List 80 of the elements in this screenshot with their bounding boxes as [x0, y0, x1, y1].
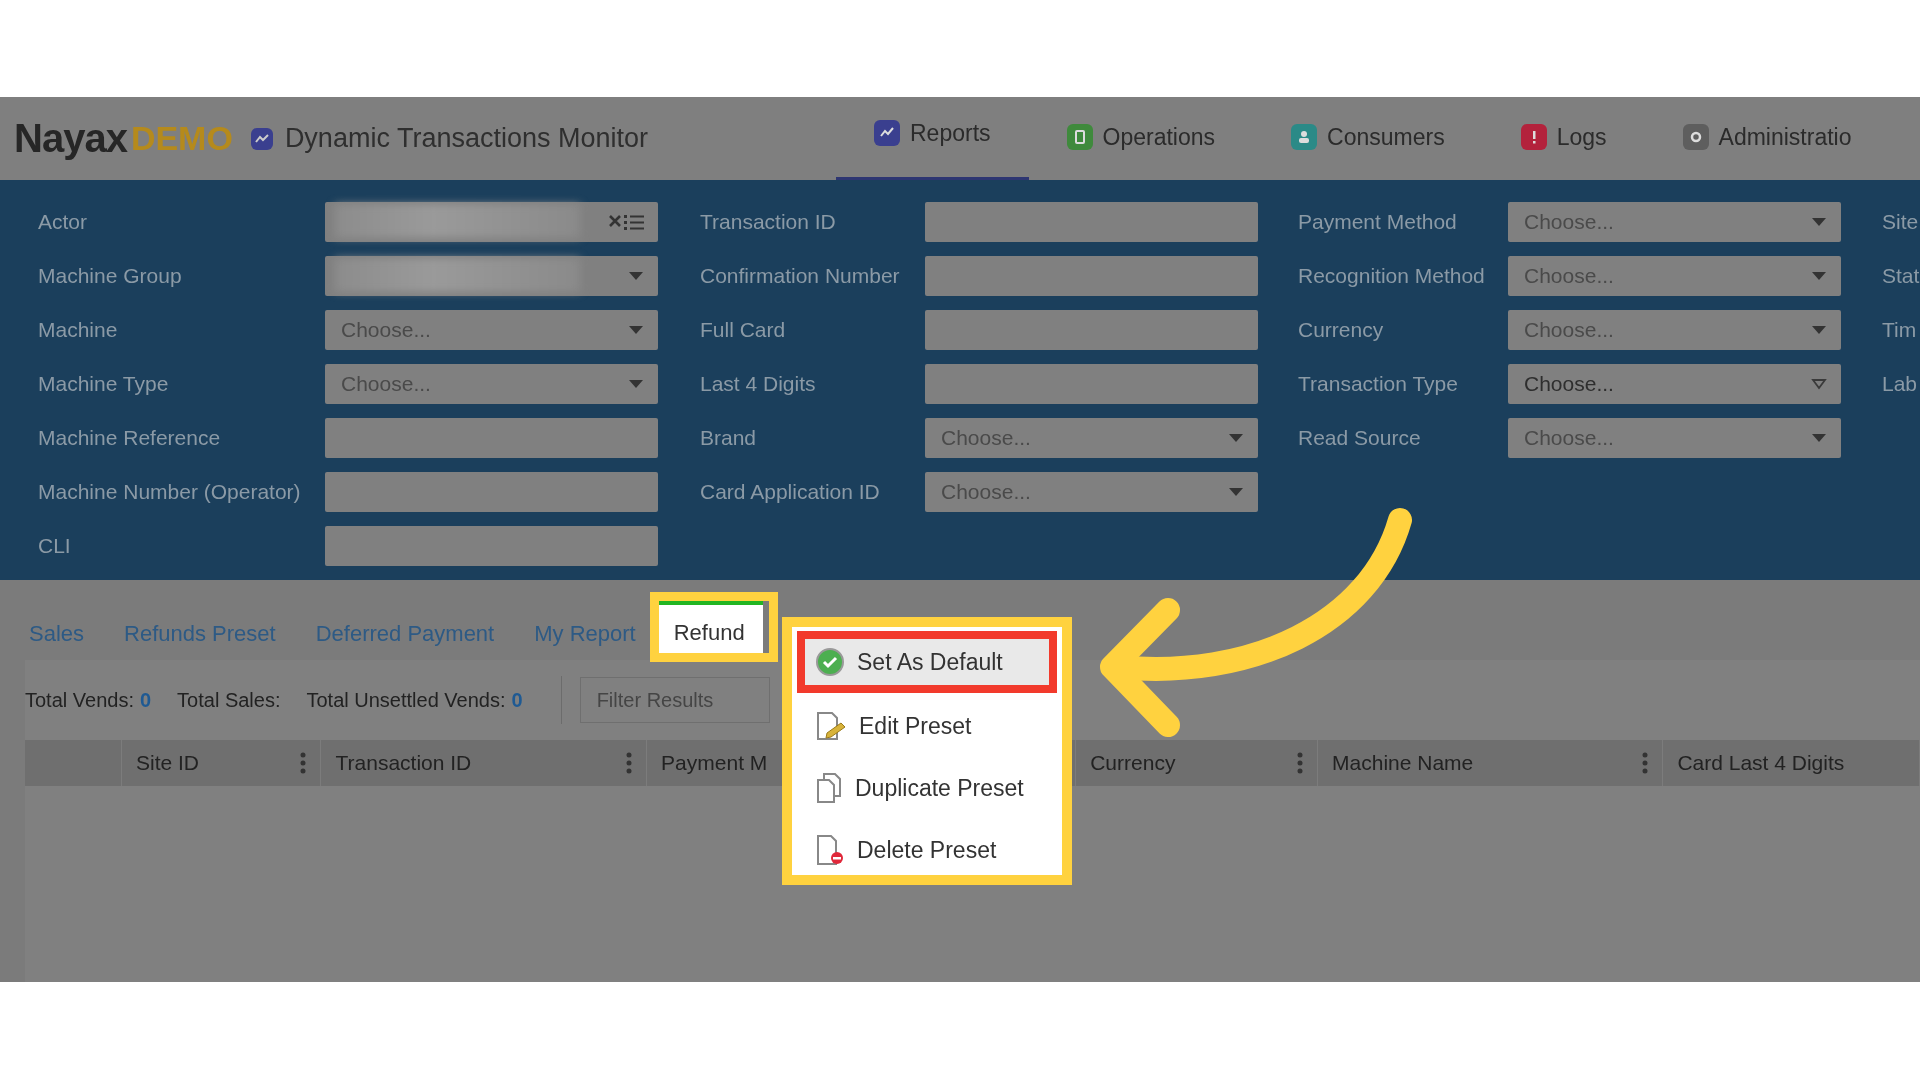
field-label: Brand	[700, 426, 758, 450]
stat-label: Total Sales:	[177, 688, 281, 712]
column-header: Card Last 4 Digits	[1677, 751, 1845, 775]
caret-icon	[1811, 217, 1827, 227]
caret-icon	[1811, 378, 1827, 390]
field-label: Lab	[1882, 372, 1918, 396]
field-label: Actor	[38, 210, 88, 234]
column-header: Transaction ID	[335, 751, 472, 775]
check-circle-icon	[815, 647, 845, 677]
field-label: Machine Number (Operator)	[38, 480, 302, 504]
field-label: Confirmation Number	[700, 264, 901, 288]
report-tab[interactable]: My Report	[534, 607, 636, 660]
report-tab[interactable]: Sales	[29, 607, 85, 660]
menu-item[interactable]: Duplicate Preset	[797, 757, 1057, 819]
text-field[interactable]	[925, 256, 1258, 296]
text-field[interactable]	[925, 202, 1258, 242]
field-label: Last 4 Digits	[700, 372, 817, 396]
copy-icon	[815, 772, 843, 804]
stat-value: 0	[139, 688, 152, 712]
document-pencil-icon	[815, 711, 847, 741]
page-title: Dynamic Transactions Monitor	[284, 123, 648, 154]
field-label: Currency	[1298, 318, 1385, 342]
column-menu-icon[interactable]	[626, 752, 633, 774]
field-label: CLI	[38, 534, 72, 558]
text-field[interactable]	[925, 364, 1258, 404]
nav-tab[interactable]: Logs	[1482, 97, 1645, 180]
text-field[interactable]	[325, 418, 658, 458]
column-header: Site ID	[136, 751, 200, 775]
list-icon[interactable]	[624, 214, 644, 230]
field-label: Machine	[38, 318, 119, 342]
stat-value: 0	[511, 688, 523, 712]
nav-tab[interactable]: Operations	[1028, 97, 1254, 180]
field-label: Site	[1882, 210, 1919, 234]
caret-icon	[1811, 433, 1827, 443]
column-menu-icon[interactable]	[300, 752, 307, 774]
nav-tab[interactable]: Consumers	[1253, 97, 1483, 180]
text-field[interactable]	[925, 310, 1258, 350]
nav-tab[interactable]: Administratio	[1644, 97, 1890, 180]
report-tab[interactable]: Refunds Preset	[124, 607, 276, 660]
report-tab[interactable]: Deferred Payment	[315, 607, 495, 660]
filter-field[interactable]: Filter Results	[579, 677, 770, 723]
dropdown[interactable]	[325, 256, 658, 296]
caret-icon	[628, 325, 644, 335]
stat-label: Total Unsettled Vends:	[306, 688, 506, 712]
field-label: Read Source	[1298, 426, 1422, 450]
column-header: Payment M	[661, 751, 768, 775]
text-field[interactable]	[325, 526, 658, 566]
field-label: Machine Reference	[38, 426, 222, 450]
caret-icon	[1811, 325, 1827, 335]
menu-item[interactable]: Set As Default	[797, 631, 1057, 693]
field-label: Full Card	[700, 318, 787, 342]
field-label: Machine Group	[38, 264, 183, 288]
field-label: Payment Method	[1298, 210, 1458, 234]
column-menu-icon[interactable]	[1642, 752, 1649, 774]
menu-item[interactable]: Delete Preset	[797, 819, 1057, 881]
chart-icon	[250, 127, 273, 150]
picker-field[interactable]	[325, 202, 658, 242]
menu-item[interactable]: Edit Preset	[797, 695, 1057, 757]
caret-icon	[1811, 271, 1827, 281]
logo-text: Nayax	[14, 116, 127, 161]
field-label: Recognition Method	[1298, 264, 1486, 288]
field-label: Transaction ID	[700, 210, 837, 234]
field-label: Transaction Type	[1298, 372, 1459, 396]
caret-icon	[628, 271, 644, 281]
logo-suffix: DEMO	[130, 119, 233, 158]
field-label: Machine Type	[38, 372, 170, 396]
column-menu-icon[interactable]	[1297, 752, 1304, 774]
clear-icon[interactable]	[608, 214, 622, 228]
caret-icon	[628, 379, 644, 389]
text-field[interactable]	[325, 472, 658, 512]
caret-icon	[1228, 433, 1244, 443]
field-label: Tim	[1882, 318, 1917, 342]
field-label: Stat	[1882, 264, 1920, 288]
stat-label: Total Vends:	[25, 688, 134, 712]
field-label: Card Application ID	[700, 480, 881, 504]
dropdown[interactable]: Choose...	[1508, 364, 1841, 404]
caret-icon	[1228, 487, 1244, 497]
document-remove-icon	[815, 834, 845, 866]
column-header: Currency	[1090, 751, 1176, 775]
column-header: Machine Name	[1332, 751, 1474, 775]
